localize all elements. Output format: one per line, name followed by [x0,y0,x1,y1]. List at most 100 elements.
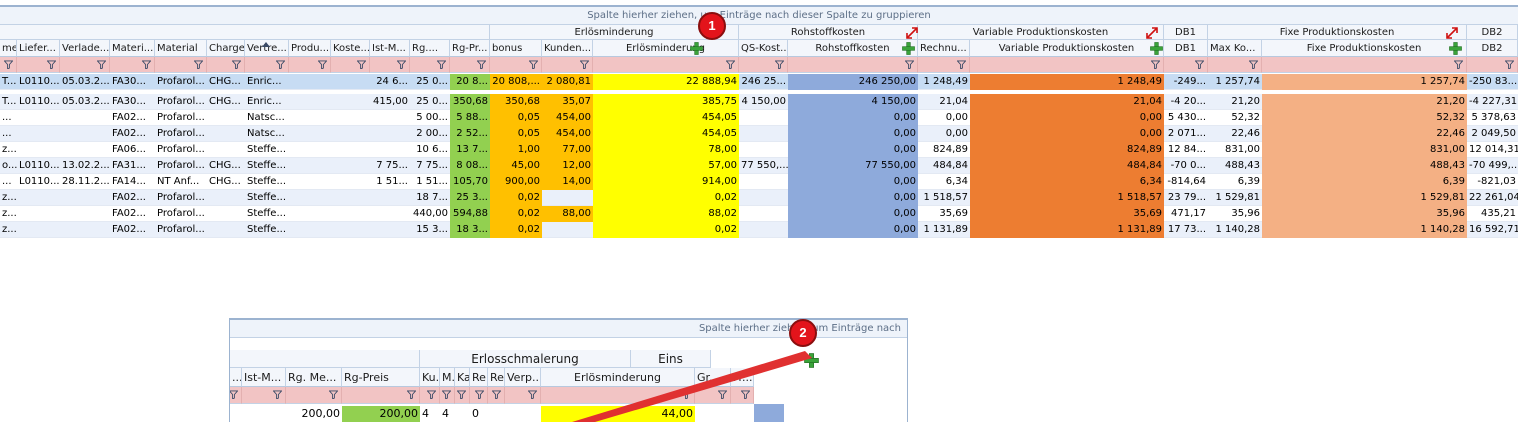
add-column-rohstoffkosten-icon[interactable] [902,42,915,55]
table-row[interactable]: z... FA02... Profarol... Steffe... 15 3... 18… [0,222,1518,238]
column-header-4[interactable]: Material [155,40,207,57]
column-header-10[interactable]: Rg.... [410,40,450,57]
table-row[interactable]: z... FA06... Profarol... Steffe... 10 6... 13… [0,142,1518,158]
filter-cell-14[interactable] [593,57,739,73]
filter-cell-0[interactable] [0,57,17,73]
column-header-17[interactable]: Rechnu... [918,40,970,57]
filter-cell-5[interactable] [440,387,455,404]
column-header-21[interactable]: Fixe Produktionskosten [1262,40,1467,57]
band-db2[interactable]: DB2 [1467,25,1518,40]
column-header-0[interactable]: ... [230,368,242,387]
expand-rohstoffkosten-icon[interactable] [904,25,920,41]
column-header-9[interactable]: Ist-M... [370,40,410,57]
filter-cell-19[interactable] [1164,57,1208,73]
filter-cell-9[interactable] [370,57,410,73]
column-header-11[interactable]: Gr... [695,368,731,387]
filter-cell-10[interactable] [410,57,450,73]
expand-variable-icon[interactable] [1144,25,1160,41]
column-header-0[interactable]: me [0,40,17,57]
column-header-6[interactable]: Ka... [455,368,470,387]
column-header-1[interactable]: Ist-M... [242,368,286,387]
filter-cell-16[interactable] [788,57,918,73]
filter-cell-12[interactable] [731,387,754,404]
filter-cell-8[interactable] [331,57,370,73]
add-column-erlosschmalerung-icon[interactable] [804,353,819,368]
add-column-variable-icon[interactable] [1150,42,1163,55]
column-header-1[interactable]: Liefer... [17,40,60,57]
filter-cell-21[interactable] [1262,57,1467,73]
column-header-2[interactable]: Verlade... [60,40,110,57]
filter-cell-1[interactable] [242,387,286,404]
filter-cell-4[interactable] [155,57,207,73]
expand-fixe-icon[interactable] [1444,25,1460,41]
add-column-fixe-icon[interactable] [1449,42,1462,55]
column-header-15[interactable]: QS-Kost... [739,40,788,57]
table-row[interactable]: o... L0110... 13.02.2... FA31... Profarol...… [0,158,1518,174]
filter-cell-2[interactable] [286,387,342,404]
table-row[interactable]: T... L0110... 05.03.2... FA30... Profarol...… [0,94,1518,110]
filter-cell-0[interactable] [230,387,242,404]
column-header-3[interactable]: Rg-Preis [342,368,420,387]
column-header-12[interactable]: bonus [490,40,542,57]
column-header-5[interactable]: Charge [207,40,245,57]
table-row[interactable]: ... FA02... Profarol... Natsc... 5 00... 5 88… [0,110,1518,126]
filter-cell-2[interactable] [60,57,110,73]
filter-cell-7[interactable] [289,57,331,73]
column-header-11[interactable]: Rg-Pr... [450,40,490,57]
table-row[interactable]: ... L0110... 28.11.2... FA14... NT Anf... CHG… [0,174,1518,190]
column-header-13[interactable]: Kunden... [542,40,593,57]
filter-cell-10[interactable] [541,387,695,404]
add-column-erlosminderung-icon[interactable] [690,42,703,55]
column-header-14[interactable]: Erlösminderung [593,40,739,57]
table-row[interactable]: z... FA02... Profarol... Steffe... 440,00 594… [0,206,1518,222]
filter-cell-8[interactable] [488,387,505,404]
filter-cell-13[interactable] [542,57,593,73]
filter-cell-4[interactable] [420,387,440,404]
table-row[interactable]: z... FA02... Profarol... Steffe... 18 7... 25… [0,190,1518,206]
column-header-2[interactable]: Rg. Me... [286,368,342,387]
filter-cell-11[interactable] [695,387,731,404]
column-header-22[interactable]: DB2 [1467,40,1518,57]
band-fixe[interactable]: Fixe Produktionskosten [1208,25,1467,40]
filter-cell-17[interactable] [918,57,970,73]
filter-cell-7[interactable] [470,387,488,404]
filter-cell-3[interactable] [110,57,155,73]
filter-cell-9[interactable] [505,387,541,404]
column-header-7[interactable]: Produ... [289,40,331,57]
filter-cell-5[interactable] [207,57,245,73]
filter-cell-18[interactable] [970,57,1164,73]
filter-cell-3[interactable] [342,387,420,404]
column-header-7[interactable]: Re... [470,368,488,387]
band-db1[interactable]: DB1 [1164,25,1208,40]
table-row[interactable]: 200,00 200,00 4 4 0 44,00 [230,406,907,422]
column-header-16[interactable]: Rohstoffkosten [788,40,918,57]
group-by-panel[interactable]: Spalte hierher ziehen, um Einträge nach … [0,7,1518,25]
column-header-5[interactable]: M... [440,368,455,387]
table-cell: 2 049,50 [1471,128,1516,139]
column-header-8[interactable]: Re... [488,368,505,387]
band-rohstoffkosten[interactable]: Rohstoffkosten [739,25,918,40]
table-row[interactable]: T... L0110... 05.03.2... FA30... Profarol...… [0,74,1518,90]
column-header-8[interactable]: Koste... [331,40,370,57]
filter-cell-6[interactable] [245,57,289,73]
table-cell: 52,32 [1262,110,1467,126]
filter-cell-6[interactable] [455,387,470,404]
filter-cell-11[interactable] [450,57,490,73]
filter-cell-20[interactable] [1208,57,1262,73]
column-header-9[interactable]: Verp... [505,368,541,387]
column-header-19[interactable]: DB1 [1164,40,1208,57]
filter-cell-1[interactable] [17,57,60,73]
band-erlosschmalerung[interactable]: Erlosschmalerung [420,350,631,368]
band-eins[interactable]: Eins [631,350,711,368]
column-header-12[interactable]: Fr... [731,368,754,387]
filter-cell-12[interactable] [490,57,542,73]
column-header-20[interactable]: Max Ko... [1208,40,1262,57]
band-variable[interactable]: Variable Produktionskosten [918,25,1164,40]
column-header-18[interactable]: Variable Produktionskosten [970,40,1164,57]
column-header-10[interactable]: Erlösminderung [541,368,695,387]
filter-cell-15[interactable] [739,57,788,73]
filter-cell-22[interactable] [1467,57,1518,73]
table-row[interactable]: ... FA02... Profarol... Natsc... 2 00... 2 52… [0,126,1518,142]
column-header-4[interactable]: Ku... [420,368,440,387]
column-header-3[interactable]: Materi... [110,40,155,57]
